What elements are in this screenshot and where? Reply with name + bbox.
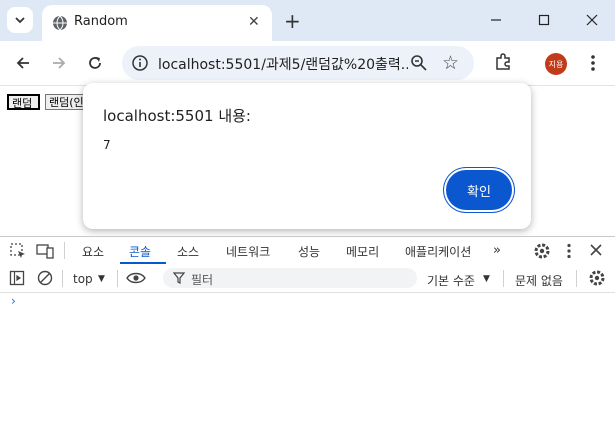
filter-icon	[173, 272, 185, 284]
title-bar: Random ✕ +	[0, 0, 615, 41]
random-button[interactable]: 랜덤	[7, 94, 40, 110]
caret-down-icon[interactable]: ▼	[483, 274, 490, 284]
inspect-element-icon[interactable]	[9, 242, 27, 260]
devtools-more-icon[interactable]	[566, 242, 572, 260]
separator	[117, 270, 118, 287]
more-tabs-icon[interactable]: »	[493, 243, 501, 258]
log-level-dropdown[interactable]: 기본 수준	[427, 272, 475, 289]
bookmark-star-icon[interactable]: ☆	[442, 52, 459, 74]
caret-down-icon[interactable]: ▼	[98, 274, 105, 284]
tab-elements[interactable]: 요소	[82, 243, 104, 260]
reload-icon	[89, 57, 101, 69]
maximize-icon	[538, 14, 550, 26]
devtools-close-icon[interactable]	[590, 244, 602, 256]
sidebar-toggle-icon[interactable]	[9, 270, 25, 286]
back-button[interactable]	[12, 52, 34, 74]
separator	[503, 270, 504, 287]
tab-performance[interactable]: 성능	[298, 243, 320, 260]
maximize-button[interactable]	[534, 10, 554, 30]
eye-icon[interactable]	[126, 270, 146, 286]
globe-icon	[53, 15, 67, 31]
separator	[576, 270, 577, 287]
dialog-ok-button[interactable]: 확인	[446, 170, 512, 210]
random-int-button[interactable]: 랜덤(인	[45, 94, 85, 110]
profile-avatar[interactable]: 지용	[545, 53, 567, 75]
zoom-icon[interactable]	[410, 54, 428, 72]
forward-button[interactable]	[48, 52, 70, 74]
address-bar[interactable]: localhost:5501/과제5/랜덤값%20출력... ☆	[122, 46, 474, 80]
more-menu-icon[interactable]	[590, 53, 596, 73]
new-tab-icon[interactable]: +	[284, 9, 301, 33]
site-info-icon[interactable]	[130, 53, 150, 73]
minimize-icon	[491, 19, 501, 21]
arrow-left-icon	[16, 57, 29, 69]
dialog-heading: localhost:5501 내용:	[103, 107, 251, 125]
clear-console-icon[interactable]	[37, 270, 53, 286]
tab-memory[interactable]: 메모리	[346, 243, 379, 260]
reload-button[interactable]	[84, 52, 106, 74]
arrow-right-icon	[53, 57, 66, 69]
extensions-icon[interactable]	[493, 52, 513, 72]
tab-search-button[interactable]	[7, 7, 33, 33]
context-selector[interactable]: top	[73, 272, 93, 286]
console-toolbar: top ▼ 필터 기본 수준 ▼ 문제 없음	[0, 265, 615, 293]
console-settings-gear-icon[interactable]	[588, 269, 606, 287]
separator	[62, 270, 63, 287]
filter-placeholder: 필터	[191, 273, 214, 287]
close-window-button[interactable]	[582, 10, 602, 30]
device-toolbar-icon[interactable]	[36, 242, 54, 260]
dialog-message: 7	[103, 138, 111, 152]
devtools-tab-bar: 요소 콘솔 소스 네트워크 성능 메모리 애플리케이션 »	[0, 236, 615, 266]
chevron-down-icon	[15, 17, 25, 24]
tab-network[interactable]: 네트워크	[226, 243, 270, 260]
tab-title: Random	[74, 14, 128, 29]
console-prompt[interactable]: ›	[11, 294, 16, 308]
minimize-button[interactable]	[486, 10, 506, 30]
settings-gear-icon[interactable]	[533, 242, 551, 260]
alert-dialog: localhost:5501 내용: 7 확인	[83, 83, 531, 229]
separator	[64, 242, 65, 259]
close-icon	[586, 14, 598, 26]
active-tab-indicator	[120, 262, 166, 264]
url-text[interactable]: localhost:5501/과제5/랜덤값%20출력...	[158, 54, 408, 74]
tab-application[interactable]: 애플리케이션	[405, 243, 471, 260]
console-filter-input[interactable]: 필터	[163, 268, 417, 288]
browser-toolbar: localhost:5501/과제5/랜덤값%20출력... ☆ 지용	[0, 41, 615, 86]
browser-tab[interactable]: Random ✕	[42, 5, 272, 41]
tab-console[interactable]: 콘솔	[129, 243, 151, 260]
tab-sources[interactable]: 소스	[177, 243, 199, 260]
tab-close-icon[interactable]: ✕	[248, 14, 260, 30]
issues-count[interactable]: 문제 없음	[515, 272, 563, 289]
